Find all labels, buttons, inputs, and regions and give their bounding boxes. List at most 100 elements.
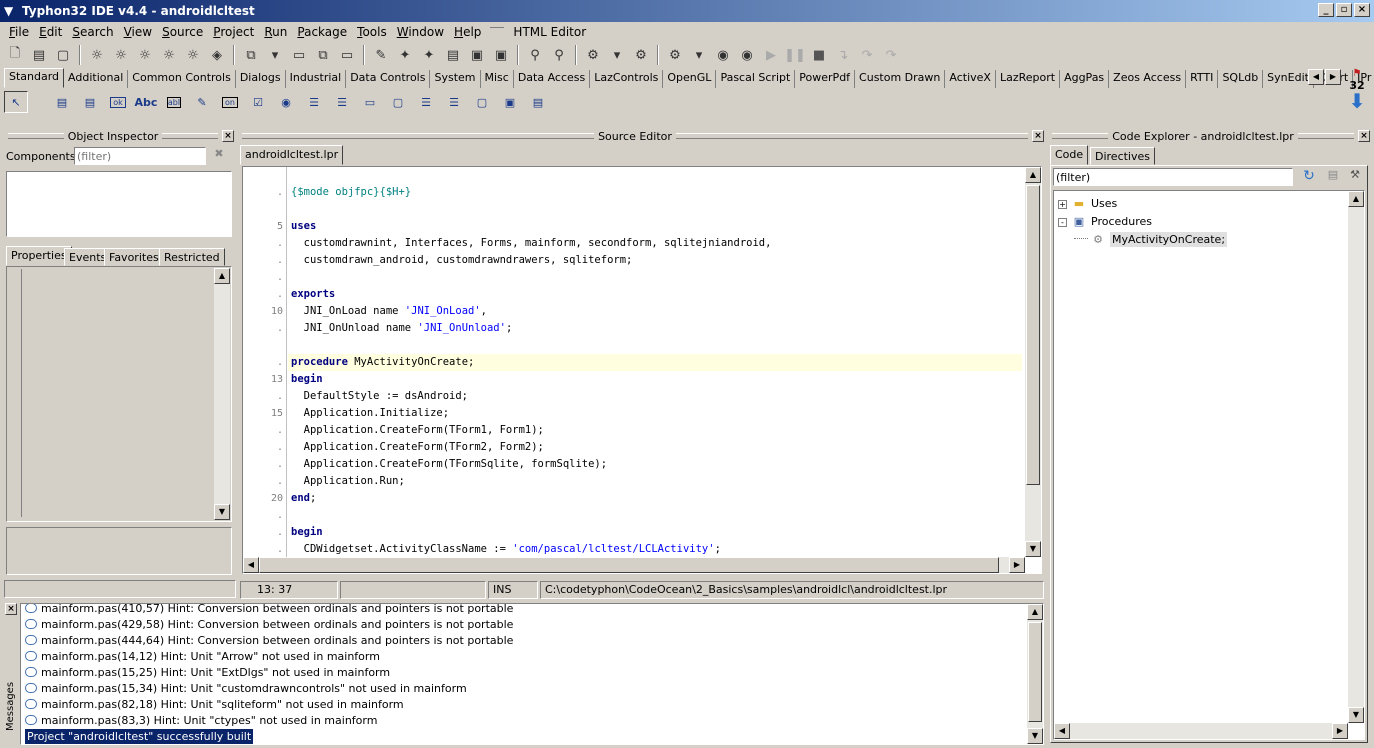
menu-help[interactable]: Help [449,25,486,39]
tree-item[interactable]: - ▣ Procedures [1058,213,1152,231]
code-line[interactable]: JNI_OnUnload name 'JNI_OnUnload'; [291,320,513,337]
message-line[interactable]: mainform.pas(444,64) Hint: Conversion be… [25,633,513,649]
code-line[interactable]: Application.Initialize; [291,405,449,422]
scrollbar-icon[interactable]: ▭ [358,91,382,113]
code-line[interactable]: begin [291,524,323,541]
combobox-icon[interactable]: ☰ [330,91,354,113]
close-button[interactable]: × [1354,3,1370,17]
palette-tab-data-access[interactable]: Data Access [514,70,591,88]
close-icon[interactable]: × [1358,130,1371,142]
editor-tab[interactable]: androidlcltest.lpr [240,145,344,165]
new-file-icon[interactable]: 🗋 [4,44,26,66]
palette-tab-data-controls[interactable]: Data Controls [346,70,431,88]
menu-tools[interactable]: Tools [352,25,392,39]
menu-file[interactable]: File [4,25,34,39]
build-success-message[interactable]: Project "androidlcltest" successfully bu… [25,729,254,744]
code-line[interactable]: begin [291,371,323,388]
down-arrow-icon[interactable]: ⬇ [1346,91,1368,111]
palette-tab-zeos-access[interactable]: Zeos Access [1109,70,1187,88]
panel-icon[interactable]: ▢ [470,91,494,113]
code-line[interactable]: Application.Run; [291,473,405,490]
code-line[interactable]: end; [291,490,316,507]
tree-item[interactable]: + ▬ Uses [1058,195,1117,213]
clear-filter-icon[interactable]: ✖ [208,147,230,165]
tree-vscroll[interactable]: ▲ ▼ [1348,191,1364,723]
palette-tab-additional[interactable]: Additional [64,70,129,88]
scroll-up-icon[interactable]: ▲ [1348,191,1364,207]
code-editor[interactable]: . 5.... 10.. 13. 15.... 20... {$mode objfpc}{… [242,166,1042,574]
collapse-icon[interactable]: - [1058,218,1067,227]
components-filter-input[interactable] [74,147,206,165]
open-project-icon[interactable]: ☼ [86,44,108,66]
compile-icon[interactable]: ◈ [206,44,228,66]
new-form-icon[interactable]: ▤ [28,44,50,66]
view-forms-icon[interactable]: ▣ [466,44,488,66]
messages-list[interactable]: mainform.pas(410,57) Hint: Conversion be… [20,603,1044,745]
palette-tab-lazcontrols[interactable]: LazControls [590,70,664,88]
scroll-right-icon[interactable]: ▶ [1009,557,1025,573]
messages-vscroll[interactable]: ▲ ▼ [1027,604,1043,744]
menu-source[interactable]: Source [157,25,208,39]
property-scrollbar[interactable]: ▲ ▼ [214,268,230,520]
sort-icon[interactable]: ▤ [1323,168,1343,186]
palette-tab-misc[interactable]: Misc [481,70,514,88]
package-icon[interactable]: ⚙ [630,44,652,66]
palette-tab-common-controls[interactable]: Common Controls [128,70,236,88]
save-icon[interactable]: ▭ [288,44,310,66]
message-line[interactable]: mainform.pas(14,12) Hint: Unit "Arrow" n… [25,649,380,665]
palette-tab-standard[interactable]: Standard [4,68,65,88]
dropdown-icon[interactable]: ▾ [688,44,710,66]
view-units-icon[interactable]: ▤ [442,44,464,66]
palette-tab-lazreport[interactable]: LazReport [996,70,1061,88]
message-line[interactable]: mainform.pas(410,57) Hint: Conversion be… [25,604,513,617]
scroll-up-icon[interactable]: ▲ [1025,167,1041,183]
build-mode-icon[interactable]: ⚙ [664,44,686,66]
message-line[interactable]: mainform.pas(15,34) Hint: Unit "customdr… [25,681,467,697]
frame-icon[interactable]: ▣ [498,91,522,113]
code-line[interactable]: CDWidgetset.ActivityClassName := 'com/pa… [291,541,721,558]
code-line[interactable]: Application.CreateForm(TForm1, Form1); [291,422,544,439]
project-inspector-icon[interactable]: ⚙ [582,44,604,66]
save-project-icon[interactable]: ☼ [110,44,132,66]
code-filter-input[interactable] [1053,168,1293,186]
close-icon[interactable]: × [222,130,235,142]
palette-tab-activex[interactable]: ActiveX [945,70,996,88]
listbox-icon[interactable]: ☰ [302,91,326,113]
tab-properties[interactable]: Properties [6,246,72,266]
edit-icon[interactable]: abI [162,91,186,113]
scroll-thumb[interactable] [1026,185,1040,485]
find-replace-icon[interactable]: ⚲ [548,44,570,66]
scroll-right-icon[interactable]: ▶ [1332,723,1348,739]
palette-tab-dialogs[interactable]: Dialogs [236,70,286,88]
close-icon[interactable]: × [5,603,17,615]
pause-icon[interactable]: ❚❚ [784,44,806,66]
tab-favorites[interactable]: Favorites [104,248,164,266]
build-icon[interactable]: ☼ [134,44,156,66]
menu-html-editor[interactable]: HTML Editor [508,25,591,39]
code-line[interactable]: Application.CreateForm(TForm2, Form2); [291,439,544,456]
actionlist-icon[interactable]: ▤ [526,91,550,113]
palette-tab-aggpas[interactable]: AggPas [1060,70,1110,88]
scroll-down-icon[interactable]: ▼ [1025,541,1041,557]
scroll-right-icon[interactable]: ▶ [1325,69,1341,85]
scroll-down-icon[interactable]: ▼ [214,504,230,520]
code-line[interactable]: uses [291,218,316,235]
scroll-thumb[interactable] [1028,622,1042,722]
menu-view[interactable]: View [119,25,157,39]
menu-search[interactable]: Search [67,25,118,39]
restore-button[interactable]: ▫ [1336,3,1352,17]
tab-restricted[interactable]: Restricted [159,248,225,266]
mainmenu-icon[interactable]: ▤ [50,91,74,113]
button-icon[interactable]: ok [106,91,130,113]
scroll-down-icon[interactable]: ▼ [1348,707,1364,723]
groupbox-icon[interactable]: ▢ [386,91,410,113]
message-line[interactable]: mainform.pas(83,3) Hint: Unit "ctypes" n… [25,713,377,729]
scroll-left-icon[interactable]: ◀ [1308,69,1324,85]
pointer-icon[interactable]: ↖ [4,91,28,113]
debug-icon[interactable]: ◉ [736,44,758,66]
step-over-icon[interactable]: ↷ [856,44,878,66]
radiobutton-icon[interactable]: ◉ [274,91,298,113]
tree-hscroll[interactable]: ◀ ▶ [1054,723,1348,739]
expand-icon[interactable]: + [1058,200,1067,209]
popupmenu-icon[interactable]: ▤ [78,91,102,113]
